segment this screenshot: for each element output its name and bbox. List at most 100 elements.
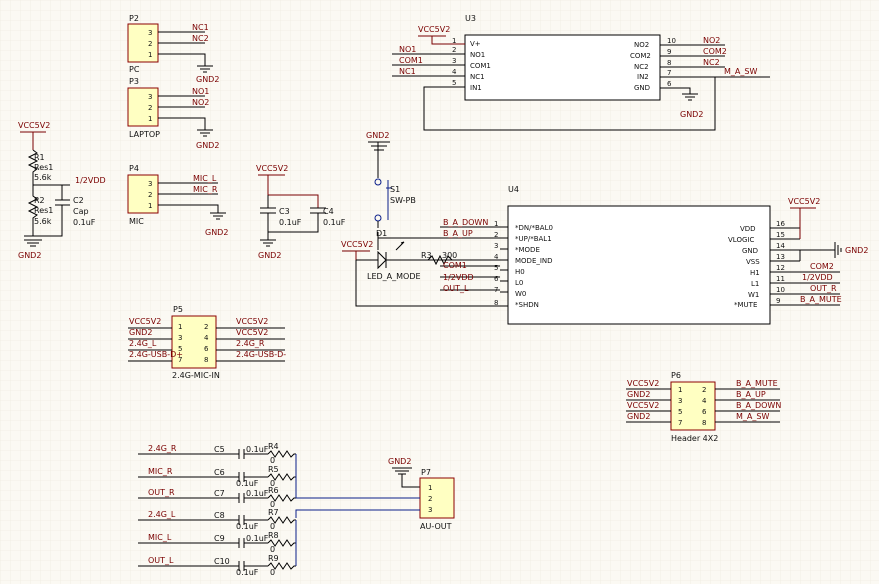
c4-designator: C4: [323, 207, 334, 216]
u3-pin-10: 10: [667, 37, 676, 45]
p5-pin-4: 4: [204, 334, 209, 342]
c2-type: Cap: [73, 207, 89, 216]
u4-pin-15: 15: [776, 231, 785, 239]
p2-net-nc2: NC2: [192, 34, 209, 43]
p6-net-l1: VCC5V2: [627, 379, 659, 388]
u3-pin-8: 8: [667, 59, 671, 67]
p6-net-l4: GND2: [627, 412, 650, 421]
p5-net-l2: GND2: [129, 328, 152, 337]
u4-pin-3: 3: [494, 242, 498, 250]
gnd-label: GND2: [258, 251, 281, 260]
u4-pin-16: 16: [776, 220, 785, 228]
c2-designator: C2: [73, 196, 84, 205]
mixer-res-value: 0: [270, 545, 275, 554]
u4-pin-5-name: H0: [515, 268, 525, 276]
mixer-net-label: MIC_R: [148, 467, 173, 476]
u3-pin-4-name: NC1: [470, 73, 485, 81]
mixer-net-label: 2.4G_R: [148, 444, 177, 453]
gnd-label: GND2: [680, 110, 703, 119]
u3-pin-6: 6: [667, 80, 672, 88]
p2-pin-2: 2: [148, 40, 152, 48]
u3-designator: U3: [465, 14, 476, 23]
u3-pin-2-name: NO1: [470, 51, 485, 59]
mixer-cap-designator: C9: [214, 534, 225, 543]
p6-net-r1: B_A_MUTE: [736, 379, 778, 388]
p3-net-no2: NO2: [192, 98, 209, 107]
s1-name: SW-PB: [390, 196, 416, 205]
p3-pin-2: 2: [148, 104, 152, 112]
u4-pin-9: 9: [776, 297, 780, 305]
p2-pin-1: 1: [148, 51, 152, 59]
half-vdd-label: 1/2VDD: [75, 176, 106, 185]
p5-net-r1: VCC5V2: [236, 317, 268, 326]
p4-pin-3: 3: [148, 180, 152, 188]
gnd-label: GND2: [18, 251, 41, 260]
mixer-cap-designator: C5: [214, 445, 225, 454]
p6-pin-2: 2: [702, 386, 706, 394]
u3-pin-2: 2: [452, 46, 456, 54]
mixer-res-value: 0: [270, 568, 275, 577]
u3-net-nc2: NC2: [703, 58, 720, 67]
u3-pin-7: 7: [667, 69, 671, 77]
p4-designator: P4: [129, 164, 139, 173]
p4-net-mic-r: MIC_R: [193, 185, 218, 194]
p6-pin-8: 8: [702, 419, 706, 427]
u4-pin-4-name: MODE_IND: [515, 257, 553, 265]
u4-pin-14-name: GND: [742, 247, 758, 255]
u3-pin-1-name: V+: [470, 40, 481, 48]
p6-pin-6: 6: [702, 408, 707, 416]
p5-net-r4: 2.4G-USB-D-: [236, 350, 286, 359]
vcc-label: VCC5V2: [18, 121, 50, 130]
vcc-label: VCC5V2: [418, 25, 450, 34]
u4-net-com1: COM1: [443, 261, 467, 270]
p4-net-mic-l: MIC_L: [193, 174, 217, 183]
u4-pin-13: 13: [776, 253, 785, 261]
r2-type: Res1: [34, 206, 53, 215]
u4-pin-6-name: L0: [515, 279, 523, 287]
u4-pin-10: 10: [776, 286, 785, 294]
u4-net-out-l: OUT_L: [443, 284, 469, 293]
mixer-res-designator: R6: [268, 486, 279, 495]
p6-pin-5: 5: [678, 408, 682, 416]
p6-net-r4: M_A_SW: [736, 412, 769, 421]
p5-pin-6: 6: [204, 345, 209, 353]
p6-name: Header 4X2: [671, 434, 718, 443]
p2-name: PC: [129, 65, 140, 74]
mixer-cap-value: 0.1uF: [246, 534, 269, 543]
u3-net-nc1: NC1: [399, 67, 416, 76]
mixer-cap-value: 0.1uF: [246, 489, 269, 498]
r3-designator: R3: [421, 251, 432, 260]
u4-net-out-r: OUT_R: [810, 284, 837, 293]
p5-net-l3: 2.4G_L: [129, 339, 157, 348]
schematic-sheet: P2 3 2 1 NC1 NC2 PC GND2 P3 3 2 1 NO1 NO…: [0, 0, 879, 584]
u3-pin-7-name: IN2: [637, 73, 649, 81]
s1-designator: S1: [390, 185, 400, 194]
p6-pin-3: 3: [678, 397, 682, 405]
u3-pin-3-name: COM1: [470, 62, 491, 70]
u4-net-half-vdd-r: 1/2VDD: [802, 273, 833, 282]
r1-value: 5.6k: [34, 173, 52, 182]
u4-net-b-a-down: B_A_DOWN: [443, 218, 488, 227]
mixer-res-designator: R5: [268, 465, 279, 474]
mixer-net-label: MIC_L: [148, 533, 172, 542]
u3-pin-3: 3: [452, 57, 456, 65]
u3-net-com1: COM1: [399, 56, 423, 65]
mixer-cap-designator: C10: [214, 557, 230, 566]
mixer-cap-value: 0.1uF: [236, 479, 259, 488]
p3-pin-1: 1: [148, 115, 152, 123]
u3-net-no2: NO2: [703, 36, 720, 45]
p3-designator: P3: [129, 77, 139, 86]
p2-net-nc1: NC1: [192, 23, 209, 32]
p4-name: MIC: [129, 217, 144, 226]
u4-pin-9-name: *MUTE: [734, 301, 757, 309]
u4-designator: U4: [508, 185, 519, 194]
r2-designator: R2: [34, 196, 45, 205]
p6-pin-7: 7: [678, 419, 682, 427]
c2-value: 0.1uF: [73, 218, 96, 227]
p5-net-l1: VCC5V2: [129, 317, 161, 326]
gnd-label: GND2: [388, 457, 411, 466]
u4-pin-12-name: H1: [750, 269, 760, 277]
p4-pin-1: 1: [148, 202, 152, 210]
mixer-net-label: OUT_L: [148, 556, 174, 565]
p3-net-no1: NO1: [192, 87, 209, 96]
